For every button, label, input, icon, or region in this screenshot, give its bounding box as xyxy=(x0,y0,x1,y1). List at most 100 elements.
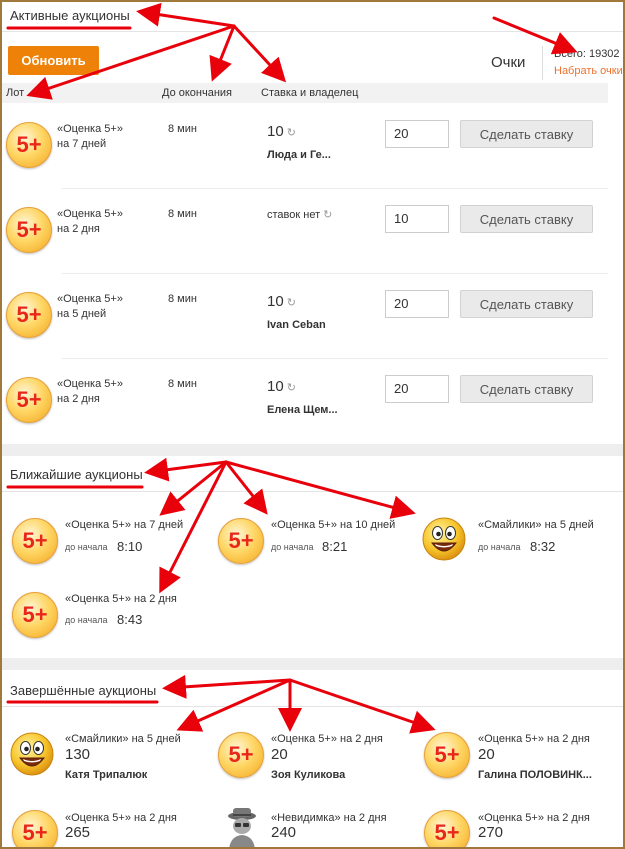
auction-title: «Смайлики» xyxy=(65,733,129,745)
bid-owner[interactable]: Елена Щем... xyxy=(267,404,338,416)
bid-input[interactable]: 20 xyxy=(385,290,449,318)
arrow-mark xyxy=(232,24,287,83)
divider xyxy=(2,706,623,707)
auction-duration: на 2 дня xyxy=(343,812,387,824)
refresh-button[interactable]: Обновить xyxy=(8,46,99,75)
five-plus-icon: 5+ xyxy=(218,518,264,564)
lot-duration: на 5 дней xyxy=(57,308,107,320)
auction-name[interactable]: «Оценка 5+» на 7 дней xyxy=(65,519,183,531)
start-label: до начала xyxy=(271,542,314,552)
place-bid-button[interactable]: Сделать ставку xyxy=(460,290,593,318)
arrow-mark xyxy=(159,460,228,516)
auction-title: «Оценка 5+» xyxy=(271,733,337,745)
auction-duration: на 5 дней xyxy=(544,519,594,531)
upcoming-auctions-title: Ближайшие аукционы xyxy=(10,467,143,482)
refresh-icon[interactable]: ↻ xyxy=(287,382,296,394)
five-plus-icon: 5+ xyxy=(12,592,58,638)
auction-duration: на 2 дня xyxy=(547,733,590,745)
auction-name[interactable]: «Оценка 5+» на 2 дня xyxy=(478,733,590,745)
place-bid-button[interactable]: Сделать ставку xyxy=(460,375,593,403)
final-bid: 130 xyxy=(65,746,91,763)
time-left: 8 мин xyxy=(168,123,197,135)
bid-input[interactable]: 20 xyxy=(385,375,449,403)
lot-title: «Оценка 5+» xyxy=(57,123,123,135)
auction-duration: на 2 дня xyxy=(134,593,177,605)
auction-duration: на 2 дня xyxy=(547,812,590,824)
auction-name[interactable]: «Невидимка» на 2 дня xyxy=(271,812,387,824)
section-separator xyxy=(2,658,623,670)
five-plus-icon: 5+ xyxy=(6,207,52,253)
auction-name[interactable]: «Оценка 5+» на 10 дней xyxy=(271,519,395,531)
finished-auctions-title: Завершённые аукционы xyxy=(10,683,157,698)
auction-title: «Оценка 5+» xyxy=(65,812,131,824)
five-plus-icon: 5+ xyxy=(218,732,264,778)
lot-duration: на 2 дня xyxy=(57,393,100,405)
start-label: до начала xyxy=(65,615,108,625)
place-bid-button[interactable]: Сделать ставку xyxy=(460,120,593,148)
auctions-page: Активные аукционы Обновить Очки Всего: 1… xyxy=(0,0,625,849)
winner-name[interactable]: Зоя Куликова xyxy=(271,769,345,781)
bid-owner[interactable]: Люда и Ге... xyxy=(267,149,331,161)
auction-duration: на 2 дня xyxy=(134,812,177,824)
lot-title: «Оценка 5+» xyxy=(57,378,123,390)
start-time: 8:32 xyxy=(530,539,556,554)
column-time-left: До окончания xyxy=(162,87,233,99)
bid-input[interactable]: 20 xyxy=(385,120,449,148)
bid-amount: 10 xyxy=(267,378,284,395)
auction-name[interactable]: «Смайлики» на 5 дней xyxy=(478,519,594,531)
five-plus-icon: 5+ xyxy=(6,122,52,168)
refresh-icon[interactable]: ↻ xyxy=(287,127,296,139)
arrow-mark xyxy=(136,2,236,28)
final-bid: 20 xyxy=(271,746,288,763)
lot-title: «Оценка 5+» xyxy=(57,208,123,220)
auction-duration: на 7 дней xyxy=(134,519,184,531)
arrow-mark xyxy=(224,460,268,515)
arrow-mark xyxy=(144,457,228,482)
refresh-icon[interactable]: ↻ xyxy=(287,297,296,309)
column-lot: Лот xyxy=(6,87,25,99)
auction-name[interactable]: «Оценка 5+» на 2 дня xyxy=(65,593,177,605)
auction-name[interactable]: «Оценка 5+» на 2 дня xyxy=(65,812,177,824)
lot-duration: на 7 дней xyxy=(57,138,107,150)
five-plus-icon: 5+ xyxy=(6,377,52,423)
arrow-mark xyxy=(288,678,436,734)
no-bids-label: ставок нет xyxy=(267,209,321,221)
five-plus-icon: 5+ xyxy=(6,292,52,338)
bid-owner[interactable]: Ivan Ceban xyxy=(267,319,326,331)
lot-name: «Оценка 5+» на 2 дня xyxy=(57,207,123,237)
arrow-mark xyxy=(176,678,292,732)
final-bid: 20 xyxy=(478,746,495,763)
lot-name: «Оценка 5+» на 2 дня xyxy=(57,377,123,407)
auction-name[interactable]: «Смайлики» на 5 дней xyxy=(65,733,181,745)
points-label: Очки xyxy=(491,54,526,71)
bid-amount: 10 xyxy=(267,293,284,310)
time-left: 8 мин xyxy=(168,378,197,390)
winner-name[interactable]: Галина ПОЛОВИНК... xyxy=(478,769,592,781)
active-auctions-title: Активные аукционы xyxy=(10,8,130,23)
winner-name[interactable]: Катя Трипалюк xyxy=(65,769,147,781)
start-time: 8:21 xyxy=(322,539,348,554)
auction-title: «Невидимка» xyxy=(271,812,341,824)
table-row: 5+ «Оценка 5+» на 2 дня 8 мин 10 ↻ Елена Щ… xyxy=(2,359,608,444)
divider xyxy=(2,491,623,492)
start-label: до начала xyxy=(65,542,108,552)
final-bid: 240 xyxy=(271,824,297,841)
auction-duration: на 10 дней xyxy=(340,519,396,531)
auction-title: «Смайлики» xyxy=(478,519,542,531)
arrow-mark xyxy=(162,674,292,699)
auction-title: «Оценка 5+» xyxy=(478,812,544,824)
auction-name[interactable]: «Оценка 5+» на 2 дня xyxy=(478,812,590,824)
auction-title: «Оценка 5+» xyxy=(65,593,131,605)
lot-duration: на 2 дня xyxy=(57,223,100,235)
final-bid: 265 xyxy=(65,824,91,841)
bid-input[interactable]: 10 xyxy=(385,205,449,233)
lot-title: «Оценка 5+» xyxy=(57,293,123,305)
five-plus-icon: 5+ xyxy=(424,810,470,847)
place-bid-button[interactable]: Сделать ставку xyxy=(460,205,593,233)
refresh-icon[interactable]: ↻ xyxy=(323,209,332,221)
start-time: 8:43 xyxy=(117,612,143,627)
table-row: 5+ «Оценка 5+» на 7 дней 8 мин 10 ↻ Люда и… xyxy=(2,104,608,189)
auction-duration: на 2 дня xyxy=(340,733,383,745)
earn-points-link[interactable]: Набрать очки xyxy=(554,65,623,77)
auction-name[interactable]: «Оценка 5+» на 2 дня xyxy=(271,733,383,745)
